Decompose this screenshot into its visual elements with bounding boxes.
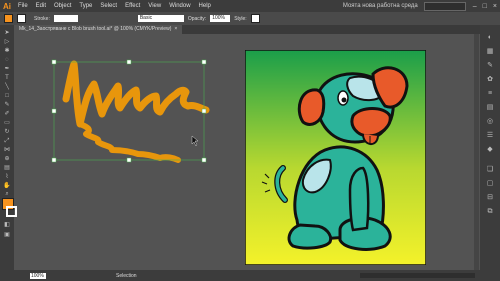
direct-selection-tool-icon[interactable]: ▷: [2, 38, 12, 46]
document-tab[interactable]: Mk_14_Заостряване с Blob brush tool.ai* …: [14, 25, 183, 34]
style-label: Style:: [234, 15, 247, 22]
lasso-icon[interactable]: ◌: [2, 56, 12, 64]
blob-brush-icon[interactable]: ✐: [2, 110, 12, 118]
menu-file[interactable]: File: [14, 3, 32, 9]
search-input[interactable]: [423, 1, 466, 11]
bbox-handle[interactable]: [201, 108, 207, 114]
zoom-level-field[interactable]: 100%: [30, 272, 46, 279]
horizontal-scrollbar[interactable]: [360, 273, 475, 278]
eraser-icon[interactable]: ▭: [2, 119, 12, 127]
app-logo: Ai: [3, 1, 11, 11]
brush-definition-field[interactable]: Basic: [137, 15, 184, 22]
scale-icon[interactable]: ⤢: [2, 137, 12, 145]
opacity-label: Opacity:: [187, 15, 207, 22]
line-tool-icon[interactable]: ╲: [2, 83, 12, 91]
pen-tool-icon[interactable]: ✒: [2, 65, 12, 73]
minimize-icon[interactable]: –: [470, 3, 480, 10]
paintbrush-icon[interactable]: ✎: [2, 101, 12, 109]
menu-help[interactable]: Help: [195, 3, 215, 9]
type-tool-icon[interactable]: T: [2, 74, 12, 82]
hand-icon[interactable]: ✋: [2, 182, 12, 190]
appearance-panel-icon[interactable]: ☰: [485, 131, 495, 140]
bbox-handle[interactable]: [201, 157, 207, 163]
bbox-handle[interactable]: [126, 157, 132, 163]
bbox-handle[interactable]: [126, 59, 132, 65]
rotate-icon[interactable]: ↻: [2, 128, 12, 136]
artboards-panel-icon[interactable]: ▢: [485, 179, 495, 188]
draw-mode-icon[interactable]: ◧: [2, 221, 12, 229]
close-icon[interactable]: ×: [490, 3, 500, 10]
maximize-icon[interactable]: □: [480, 3, 490, 10]
screen-mode-icon[interactable]: ▣: [2, 231, 12, 239]
color-panel-icon[interactable]: ◐: [485, 33, 495, 42]
bbox-handle[interactable]: [51, 157, 57, 163]
mouse-cursor-icon: [191, 135, 199, 147]
menu-object[interactable]: Object: [50, 3, 75, 9]
blob-brush-artwork-layer: [51, 59, 210, 163]
stroke-color-swatch[interactable]: [17, 14, 26, 23]
pathfinder-panel-icon[interactable]: ⧉: [485, 207, 495, 216]
tab-close-icon[interactable]: ×: [174, 26, 177, 32]
menu-effect[interactable]: Effect: [121, 3, 144, 9]
right-panel-dock: ◐ ▦ ✎ ✿ ≡ ▤ ◎ ☰ ◆ ❏ ▢ ⊟ ⧉: [480, 25, 500, 270]
gradient-icon[interactable]: ▤: [2, 164, 12, 172]
current-tool-status[interactable]: Selection: [116, 273, 137, 279]
gradient-panel-icon[interactable]: ▤: [485, 103, 495, 112]
blob-brush-stroke[interactable]: [62, 60, 210, 163]
graphic-styles-panel-icon[interactable]: ◆: [485, 145, 495, 154]
stroke-weight-field[interactable]: [53, 15, 78, 22]
bbox-handle[interactable]: [51, 108, 57, 114]
bbox-handle[interactable]: [201, 59, 207, 65]
bbox-handle[interactable]: [51, 59, 57, 65]
document-title: Mk_14_Заостряване с Blob brush tool.ai* …: [19, 26, 172, 32]
artboard[interactable]: [244, 49, 427, 266]
swatches-panel-icon[interactable]: ▦: [485, 47, 495, 56]
opacity-field[interactable]: 100%: [210, 15, 231, 22]
control-bar: Stroke: Basic Opacity: 100% Style:: [0, 12, 500, 26]
dog-illustration: [244, 49, 427, 266]
menu-type[interactable]: Type: [75, 3, 96, 9]
layers-panel-icon[interactable]: ❏: [485, 165, 495, 174]
transparency-panel-icon[interactable]: ◎: [485, 117, 495, 126]
align-panel-icon[interactable]: ⊟: [485, 193, 495, 202]
canvas-area[interactable]: [14, 34, 480, 270]
width-tool-icon[interactable]: ⋈: [2, 146, 12, 154]
tab-bar: Mk_14_Заостряване с Blob brush tool.ai* …: [14, 25, 480, 34]
workspace-switcher[interactable]: Моята нова работна среда: [343, 3, 418, 9]
menu-bar: Ai File Edit Object Type Select Effect V…: [0, 0, 500, 12]
style-swatch[interactable]: [250, 14, 260, 23]
zoom-icon[interactable]: ⌕: [2, 190, 12, 198]
stroke-label: Stroke:: [34, 15, 50, 22]
shape-builder-icon[interactable]: ⊕: [2, 155, 12, 163]
selection-tool-icon[interactable]: ➤: [2, 29, 12, 37]
eyedropper-icon[interactable]: ⌇: [2, 173, 12, 181]
fill-color-swatch[interactable]: [4, 14, 13, 23]
menu-edit[interactable]: Edit: [32, 3, 50, 9]
rectangle-tool-icon[interactable]: □: [2, 92, 12, 100]
menu-view[interactable]: View: [144, 3, 165, 9]
vertical-scrollbar[interactable]: [474, 34, 479, 270]
brushes-panel-icon[interactable]: ✎: [485, 61, 495, 70]
magic-wand-icon[interactable]: ✱: [2, 47, 12, 55]
menu-select[interactable]: Select: [96, 3, 121, 9]
stroke-panel-icon[interactable]: ≡: [485, 89, 495, 98]
menu-window[interactable]: Window: [165, 3, 194, 9]
tools-panel: ➤ ▷ ✱ ◌ ✒ T ╲ □ ✎ ✐ ▭ ↻ ⤢ ⋈ ⊕ ▤ ⌇ ✋ ⌕ ◧ …: [0, 25, 17, 270]
symbols-panel-icon[interactable]: ✿: [485, 75, 495, 84]
